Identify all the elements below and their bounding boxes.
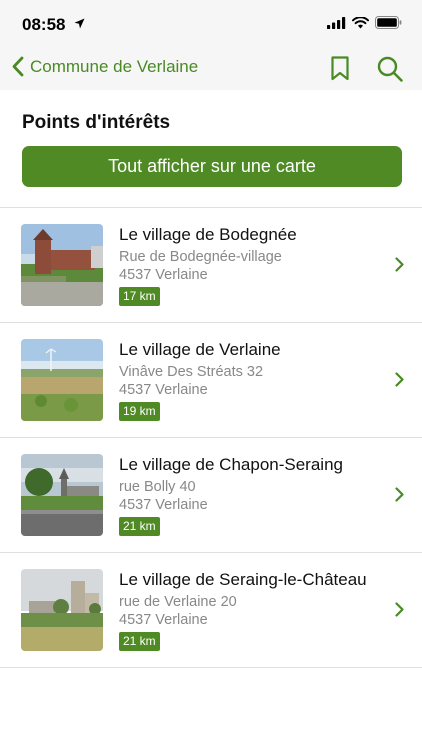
place-title: Le village de Chapon-Seraing <box>119 455 343 474</box>
section-title: Points d'intérêts <box>22 112 171 133</box>
signal-icon <box>327 16 346 29</box>
back-button-label: Commune de Verlaine <box>30 56 199 76</box>
location-arrow-icon <box>74 18 85 29</box>
distance-badge: 21 km <box>119 517 160 536</box>
show-all-on-map-button[interactable]: Tout afficher sur une carte <box>22 146 402 187</box>
place-title: Le village de Bodegnée <box>119 225 297 244</box>
chevron-right-icon <box>395 602 404 617</box>
place-city: 4537 Verlaine <box>119 497 208 513</box>
distance-badge: 19 km <box>119 402 160 421</box>
list-item[interactable]: Le village de Bodegnée Rue de Bodegnée-v… <box>0 208 422 323</box>
place-city: 4537 Verlaine <box>119 267 208 283</box>
status-time: 08:58 <box>22 15 66 34</box>
search-icon[interactable] <box>376 55 404 83</box>
place-thumbnail <box>21 339 103 421</box>
list-item[interactable]: Le village de Verlaine Vinâve Des Stréat… <box>0 323 422 438</box>
place-title: Le village de Seraing-le-Château <box>119 570 367 589</box>
back-button[interactable]: Commune de Verlaine <box>12 56 198 77</box>
bookmark-icon[interactable] <box>330 56 350 81</box>
chevron-right-icon <box>395 372 404 387</box>
place-street: Rue de Bodegnée-village <box>119 249 282 265</box>
status-indicators <box>327 16 402 29</box>
distance-badge: 17 km <box>119 287 160 306</box>
status-bar: 08:58 <box>0 0 422 48</box>
place-street: Vinâve Des Stréats 32 <box>119 364 264 380</box>
place-city: 4537 Verlaine <box>119 612 208 628</box>
chevron-right-icon <box>395 257 404 272</box>
battery-icon <box>375 16 402 29</box>
chevron-left-icon <box>12 56 24 77</box>
list-item[interactable]: Le village de Seraing-le-Château rue de … <box>0 553 422 668</box>
distance-badge: 21 km <box>119 632 160 651</box>
chevron-right-icon <box>395 487 404 502</box>
place-street: rue Bolly 40 <box>119 479 196 495</box>
place-street: rue de Verlaine 20 <box>119 594 237 610</box>
place-title: Le village de Verlaine <box>119 340 281 359</box>
navigation-bar: Commune de Verlaine <box>0 48 422 90</box>
place-thumbnail <box>21 569 103 651</box>
wifi-icon <box>352 16 369 28</box>
place-city: 4537 Verlaine <box>119 382 208 398</box>
list-item[interactable]: Le village de Chapon-Seraing rue Bolly 4… <box>0 438 422 553</box>
place-thumbnail <box>21 454 103 536</box>
place-thumbnail <box>21 224 103 306</box>
points-of-interest-list: Le village de Bodegnée Rue de Bodegnée-v… <box>0 207 422 668</box>
